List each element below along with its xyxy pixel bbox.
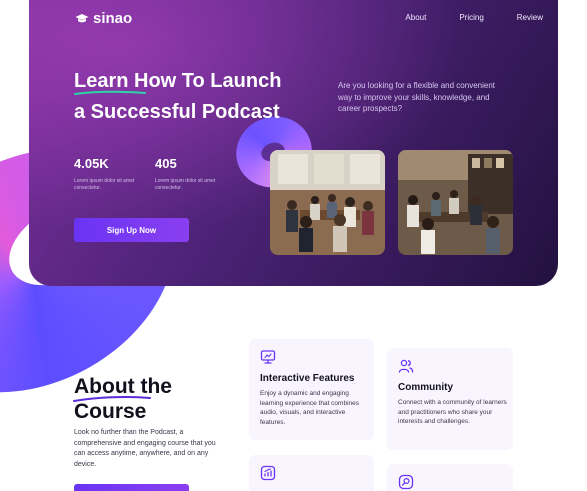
chart-icon [260,465,276,481]
feature-text: Enjoy a dynamic and engaging learning ex… [260,390,360,426]
monitor-icon [260,350,276,364]
feature-card: Community Connect with a community of le… [387,348,513,450]
stat-item: 4.05K Lorem ipsum dolor sit amet consect… [74,156,136,192]
stat-value: 4.05K [74,156,109,171]
about-title-line1: About the [74,375,172,398]
nav-link-review[interactable]: Review [517,13,543,22]
feature-title: Interactive Features [260,373,355,384]
logo-text: sinao [93,10,133,27]
search-icon [398,474,414,490]
feature-card: Interactive Features Enjoy a dynamic and… [249,339,374,440]
stat-value: 405 [155,156,177,171]
stat-item: 405 Lorem ipsum dolor sit amet consectet… [155,156,217,192]
about-title-line2: Course [74,400,147,423]
hero-title: Learn How To Launch a Successful Podcast [74,66,314,128]
feature-title: Community [398,382,453,393]
hero-description: Are you looking for a flexible and conve… [338,81,495,113]
stat-caption: Lorem ipsum dolor sit amet consectetur. [74,178,135,191]
logo[interactable]: sinao [75,10,132,27]
sign-up-button[interactable]: Sign Up Now [74,218,189,242]
hero-title-line2: a Successful Podcast [74,101,280,123]
about-title: About the Course [74,374,172,424]
hero-title-line1: Learn How To Launch [74,70,282,92]
nav-link-pricing[interactable]: Pricing [459,13,483,22]
feature-card [387,464,513,491]
graduation-cap-icon [75,14,89,23]
about-description: Look no further than the Podcast, a comp… [74,429,216,468]
feature-card [249,455,374,491]
users-icon [398,359,414,373]
stat-caption: Lorem ipsum dolor sit amet consectetur. [155,178,216,191]
hero-photo-workshop [398,150,513,255]
hero-photo-classroom [270,150,385,255]
about-cta-button[interactable] [74,484,189,491]
top-nav: About Pricing Review [405,13,543,22]
feature-text: Connect with a community of learners and… [398,399,507,425]
nav-link-about[interactable]: About [405,13,426,22]
